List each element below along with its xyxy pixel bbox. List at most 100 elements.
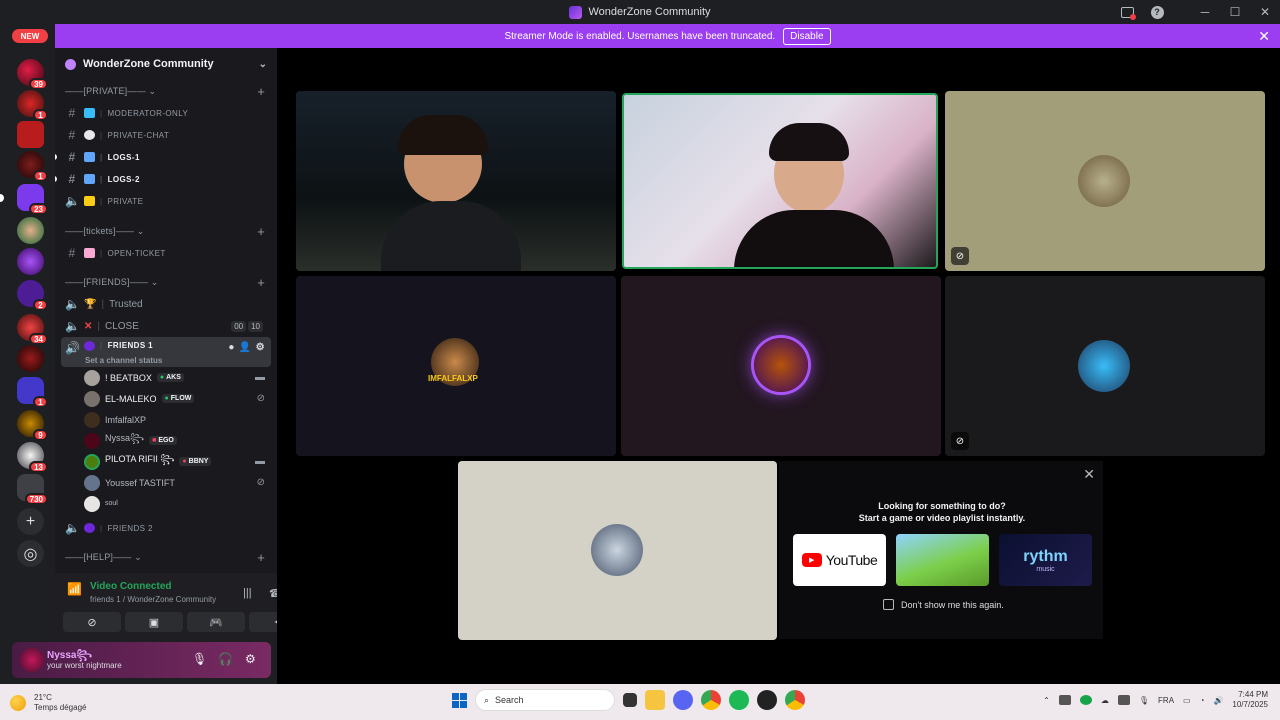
category-tickets[interactable]: ——[tickets]—— ⌄ + — [55, 220, 277, 242]
add-channel-icon[interactable]: + — [257, 275, 265, 290]
help-icon[interactable]: ? — [1142, 0, 1172, 24]
server-icon[interactable] — [17, 121, 44, 148]
video-tile[interactable]: IMFALFALXP — [296, 276, 616, 456]
channel-friends-1[interactable]: 🔊 | friends 1 Set a channel status ● 👤 ⚙ — [61, 337, 271, 367]
video-tile[interactable] — [621, 276, 941, 456]
speaker-icon: 🔈 — [65, 194, 81, 208]
new-badge[interactable]: NEW — [12, 29, 48, 43]
settings-gear-icon[interactable]: ⚙ — [256, 342, 265, 353]
tray-icon[interactable] — [1058, 695, 1071, 705]
server-icon[interactable] — [17, 345, 44, 372]
channel-logs-1[interactable]: # | logs-1 — [55, 146, 277, 168]
language-indicator[interactable]: FRA — [1158, 696, 1174, 705]
server-icon[interactable]: 23 — [0, 184, 48, 215]
video-tile[interactable] — [296, 91, 616, 271]
voice-location[interactable]: friends 1 / WonderZone Community — [90, 595, 216, 604]
server-icon[interactable]: 2 — [17, 280, 48, 311]
wifi-icon[interactable]: ◔ — [1200, 696, 1205, 705]
server-icon[interactable]: 1 — [17, 151, 48, 182]
channel-friends-2[interactable]: 🔈 | friends 2 — [55, 517, 277, 539]
voice-user[interactable]: Youssef TASTIFT ⊘ — [55, 472, 277, 493]
close-banner-icon[interactable]: ✕ — [1258, 28, 1270, 45]
cloud-icon[interactable]: ☁ — [1101, 696, 1109, 705]
noise-suppression-icon[interactable]: ||| — [243, 587, 252, 599]
speaker-icon: 🔈 — [65, 521, 81, 535]
channel-open-ticket[interactable]: # | open-ticket — [55, 242, 277, 264]
task-view-icon[interactable] — [623, 693, 637, 707]
server-icon[interactable] — [17, 217, 44, 244]
channel-private-chat[interactable]: # | private-chat — [55, 124, 277, 146]
discord-icon[interactable] — [673, 690, 693, 710]
category-help[interactable]: ——[HELP]—— ⌄ + — [55, 546, 277, 568]
spotify-icon[interactable] — [729, 690, 749, 710]
taskbar-search[interactable]: ⌕ Search — [475, 689, 615, 711]
voice-user[interactable]: EL-MALEKO ● FLOW ⊘ — [55, 388, 277, 409]
youtube-activity[interactable]: ▶ YouTube — [793, 534, 886, 586]
voice-user[interactable]: soul — [55, 493, 277, 514]
video-tile-speaking[interactable] — [622, 93, 938, 269]
channel-moderator-only[interactable]: # | moderator-only — [55, 102, 277, 124]
server-folder-icon[interactable]: 730 — [17, 474, 48, 505]
start-icon[interactable] — [452, 692, 467, 708]
channel-trusted[interactable]: 🔈 🏆 | Trusted — [55, 293, 277, 315]
server-icon[interactable]: 34 — [17, 314, 48, 345]
rythm-activity[interactable]: rythm music — [999, 534, 1092, 586]
server-icon[interactable]: 39 — [17, 59, 48, 90]
chrome-icon[interactable] — [701, 690, 721, 710]
activity-button[interactable]: 🎮 — [187, 612, 245, 632]
screen-share-button[interactable]: ▣ — [125, 612, 183, 632]
channel-private[interactable]: 🔈 | private — [55, 190, 277, 212]
video-tile[interactable]: ⊘ — [945, 91, 1265, 271]
server-icon[interactable]: 1 — [17, 377, 48, 408]
battery-icon[interactable] — [1117, 695, 1130, 705]
add-channel-icon[interactable]: + — [257, 84, 265, 99]
headphones-icon[interactable]: 🎧 — [218, 652, 233, 666]
voice-user[interactable]: ImfalfalXP — [55, 409, 277, 430]
chrome-icon[interactable] — [785, 690, 805, 710]
guild-header[interactable]: WonderZone Community ⌄ — [55, 48, 277, 80]
discover-icon[interactable]: ◎ — [17, 540, 44, 567]
microphone-icon[interactable]: 🎙 — [192, 652, 207, 666]
channel-status[interactable]: Set a channel status — [85, 356, 162, 365]
video-tile[interactable]: ⊘ — [945, 276, 1265, 456]
camera-off-button[interactable]: ⊘ — [63, 612, 121, 632]
microphone-icon[interactable]: 🎙 — [1139, 696, 1149, 705]
close-icon[interactable]: ✕ — [1083, 466, 1095, 483]
add-channel-icon[interactable]: + — [257, 550, 265, 565]
weather-widget[interactable]: 21°C Temps dégagé — [10, 693, 86, 713]
minimize-button[interactable]: ─ — [1190, 0, 1220, 24]
invite-icon[interactable]: 👤 — [239, 342, 252, 353]
voice-user[interactable]: Nyssa꧂ ■ EGO — [55, 430, 277, 451]
server-icon[interactable]: 1 — [17, 90, 48, 121]
channel-close[interactable]: 🔈 ✕ | CLOSE 00 10 — [55, 315, 277, 337]
video-tile[interactable] — [458, 461, 777, 640]
chevron-up-icon[interactable]: ⌃ — [1043, 696, 1050, 705]
channel-logs-2[interactable]: # | logs-2 — [55, 168, 277, 190]
clock[interactable]: 7:44 PM 10/7/2025 — [1232, 690, 1268, 710]
inbox-icon[interactable] — [1112, 0, 1142, 24]
chevron-down-icon[interactable]: ⌄ — [259, 59, 267, 70]
voice-user[interactable]: PILOTA RIFII ꧂ ● BBNY ▬ — [55, 451, 277, 472]
avatar[interactable] — [20, 648, 44, 672]
volume-icon[interactable]: 🔊 — [1213, 696, 1223, 705]
monitor-icon[interactable]: ▭ — [1183, 696, 1191, 705]
voice-user[interactable]: ! BEATBOX ● AKS ▬ — [55, 367, 277, 388]
app-icon[interactable] — [757, 690, 777, 710]
settings-gear-icon[interactable]: ⚙ — [245, 652, 256, 666]
game-activity[interactable] — [896, 534, 989, 586]
dont-show-checkbox[interactable]: Don't show me this again. — [883, 599, 1004, 610]
chat-icon[interactable]: ● — [228, 342, 234, 353]
maximize-button[interactable]: ☐ — [1220, 0, 1250, 24]
category-private[interactable]: ——[PRIVATE]—— ⌄ + — [55, 80, 277, 102]
signal-icon[interactable]: 📶 — [67, 582, 87, 602]
tray-icon[interactable] — [1079, 695, 1092, 705]
server-icon[interactable]: 9 — [17, 410, 48, 441]
close-window-button[interactable]: ✕ — [1250, 0, 1280, 24]
add-channel-icon[interactable]: + — [257, 224, 265, 239]
file-explorer-icon[interactable] — [645, 690, 665, 710]
server-icon[interactable]: 13 — [17, 442, 48, 473]
server-icon[interactable] — [17, 248, 44, 275]
disable-button[interactable]: Disable — [783, 27, 831, 45]
add-server-icon[interactable]: + — [17, 508, 44, 535]
category-friends[interactable]: ——[FRIENDS]—— ⌄ + — [55, 271, 277, 293]
